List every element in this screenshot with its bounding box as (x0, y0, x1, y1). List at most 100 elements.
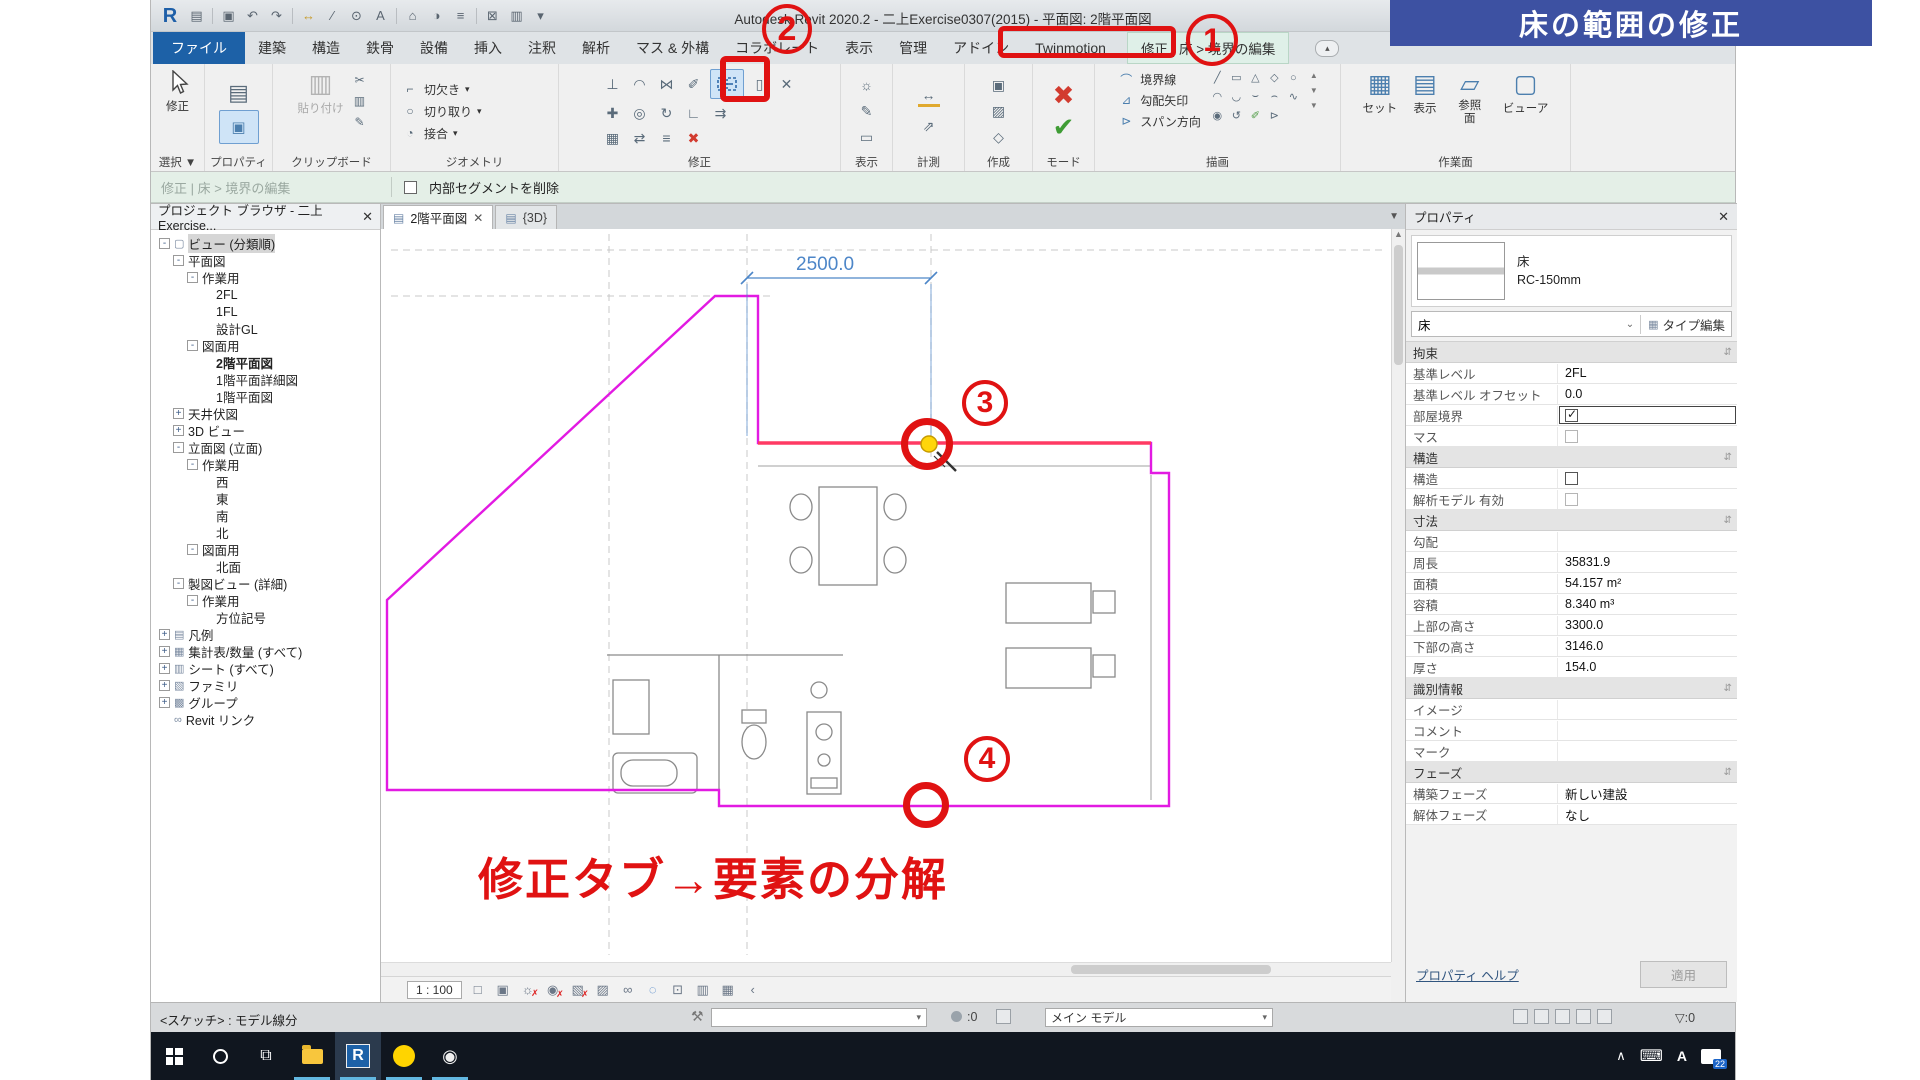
tree-item-north-symbol[interactable]: 方位記号 (151, 609, 380, 626)
array-icon[interactable]: ▦ (602, 127, 624, 149)
group-constraints[interactable]: 拘束⇵ (1406, 342, 1737, 363)
room-bounding-checkbox[interactable] (1565, 409, 1578, 422)
chevron-down-icon[interactable]: ⌄ (1626, 319, 1634, 330)
workplane-show-button[interactable]: ▤ 表示 (1410, 69, 1440, 117)
draw-expand-icon[interactable]: ▼ (1310, 101, 1318, 110)
delete-inner-segments-checkbox[interactable] (404, 181, 417, 194)
draw-circumscribed-polygon-icon[interactable]: ◇ (1266, 69, 1283, 86)
touch-keyboard-icon[interactable]: ⌨ (1640, 1046, 1663, 1066)
crop-region-visibility-icon[interactable]: ▨ (594, 982, 612, 998)
tree-expander[interactable]: + (173, 425, 184, 436)
create-group-icon[interactable]: ▣ (988, 74, 1010, 96)
property-row[interactable]: 解析モデル 有効 (1406, 489, 1737, 510)
tree-item-working2[interactable]: -作業用 (151, 456, 380, 473)
tree-item-families[interactable]: +▧ファミリ (151, 677, 380, 694)
undo-icon[interactable]: ↶ (244, 8, 261, 24)
floor-sketch-boundary[interactable] (387, 296, 1169, 806)
temporary-view-properties-icon[interactable]: ⊡ (669, 982, 687, 998)
file-explorer-button[interactable] (289, 1032, 335, 1080)
tree-expander[interactable]: - (173, 578, 184, 589)
property-row[interactable]: 勾配 (1406, 531, 1737, 552)
select-by-face-toggle-icon[interactable] (1576, 1009, 1591, 1024)
align-icon[interactable]: ⊥ (602, 73, 624, 95)
workplane-viewer-button[interactable]: ▢ ビューア (1500, 69, 1552, 117)
trim-extend-icon[interactable]: ⇉ (710, 102, 732, 124)
tree-expander[interactable]: - (173, 255, 184, 266)
default-3d-view-icon[interactable]: ⌂ (404, 8, 421, 23)
active-workset-combo[interactable]: メイン モデル ▾ (1045, 1008, 1273, 1027)
thin-lines-icon[interactable]: ≡ (452, 8, 469, 23)
sun-path-icon[interactable]: ☼ (519, 982, 537, 997)
property-row[interactable]: 厚さ154.0 (1406, 657, 1737, 678)
tab-steel[interactable]: 鉄骨 (353, 32, 407, 64)
panel-label-properties[interactable]: プロパティ (205, 153, 272, 171)
pin-icon[interactable]: ≡ (656, 127, 678, 149)
tree-item-3d-views[interactable]: +3D ビュー (151, 422, 380, 439)
worksharing-display-icon[interactable]: ▥ (694, 982, 712, 998)
ime-mode-indicator[interactable]: A (1677, 1048, 1687, 1064)
group-identity[interactable]: 識別情報⇵ (1406, 678, 1737, 699)
trim-corner-icon[interactable]: ∟ (683, 102, 705, 124)
offset-icon[interactable]: ◠ (629, 73, 651, 95)
group-phasing[interactable]: フェーズ⇵ (1406, 762, 1737, 783)
property-row[interactable]: マーク (1406, 741, 1737, 762)
tab-file[interactable]: ファイル (153, 32, 245, 64)
ribbon-collapse-button[interactable]: ▴ (1315, 40, 1339, 57)
boundary-line-button[interactable]: 境界線 (1140, 71, 1176, 88)
create-assembly-icon[interactable]: ▨ (988, 100, 1010, 122)
select-pinned-toggle-icon[interactable] (1555, 1009, 1570, 1024)
scale-button[interactable]: 1 : 100 (407, 981, 462, 999)
tree-expander[interactable]: + (159, 697, 170, 708)
viewbar-more-icon[interactable]: ‹ (744, 982, 762, 997)
redo-icon[interactable]: ↷ (268, 8, 285, 24)
cut-geometry-button[interactable]: 切り取り (424, 103, 472, 120)
properties-header[interactable]: プロパティ ✕ (1406, 204, 1737, 230)
view-tab-2f-plan[interactable]: ▤ 2階平面図 ✕ (383, 205, 493, 229)
tree-expander[interactable]: + (159, 646, 170, 657)
temporary-hide-isolate-icon[interactable]: ∞ (619, 982, 637, 997)
property-row[interactable]: 容積8.340 m³ (1406, 594, 1737, 615)
join-button[interactable]: 接合 (424, 125, 448, 142)
match-type-icon[interactable]: ✎ (351, 113, 369, 131)
properties-help-link[interactable]: プロパティ ヘルプ (1416, 965, 1519, 984)
reveal-hidden-elements-icon[interactable]: ◌ (644, 982, 662, 997)
tree-item-sheets-use2[interactable]: -図面用 (151, 541, 380, 558)
tree-expander[interactable]: - (173, 442, 184, 453)
property-row[interactable]: マス (1406, 426, 1737, 447)
notification-icon[interactable]: 22 (1701, 1049, 1721, 1064)
start-button[interactable] (151, 1032, 197, 1080)
tree-item-floor-plans[interactable]: -平面図 (151, 252, 380, 269)
select-underlay-toggle-icon[interactable] (1534, 1009, 1549, 1024)
property-row[interactable]: 周長35831.9 (1406, 552, 1737, 573)
tab-architecture[interactable]: 建築 (245, 32, 299, 64)
draw-partial-ellipse-icon[interactable]: ↺ (1228, 107, 1245, 124)
reference-plane-button[interactable]: ▱ 参照面 (1450, 69, 1490, 127)
draw-fillet-arc-icon[interactable]: ⌢ (1266, 88, 1283, 105)
slope-arrow-button[interactable]: 勾配矢印 (1140, 92, 1188, 109)
vertical-scrollbar[interactable]: ▲ (1391, 229, 1405, 962)
draw-spline-icon[interactable]: ∿ (1285, 88, 1302, 105)
tree-item-west[interactable]: 西 (151, 473, 380, 490)
constraints-display-icon[interactable]: ▦ (719, 982, 737, 998)
property-row[interactable]: 面積54.157 m² (1406, 573, 1737, 594)
updown-icon[interactable]: ⇵ (1724, 347, 1732, 358)
unpin-icon[interactable]: ✕ (776, 73, 798, 95)
create-parts-icon[interactable]: ◇ (988, 126, 1010, 148)
tree-expander[interactable]: - (159, 238, 170, 249)
tree-item-legends[interactable]: +▤凡例 (151, 626, 380, 643)
linework-icon[interactable]: ✎ (856, 100, 878, 122)
revit-taskbar-button[interactable]: R (335, 1032, 381, 1080)
tab-annotate[interactable]: 注釈 (515, 32, 569, 64)
dimension-2500[interactable]: 2500.0 (741, 254, 937, 436)
close-view-icon[interactable]: ✕ (473, 211, 483, 225)
revit-logo-icon[interactable]: R (159, 5, 181, 27)
copy-icon[interactable]: ▥ (351, 92, 369, 110)
tag-icon[interactable]: ⊙ (348, 8, 365, 24)
tab-view[interactable]: 表示 (832, 32, 886, 64)
updown-icon[interactable]: ⇵ (1724, 683, 1732, 694)
tree-item-2fl[interactable]: 2FL (151, 286, 380, 303)
tree-item-ceiling-plans[interactable]: +天井伏図 (151, 405, 380, 422)
tree-item-south[interactable]: 南 (151, 507, 380, 524)
furniture[interactable] (607, 466, 1151, 806)
crop-view-icon[interactable]: ▧ (569, 982, 587, 998)
